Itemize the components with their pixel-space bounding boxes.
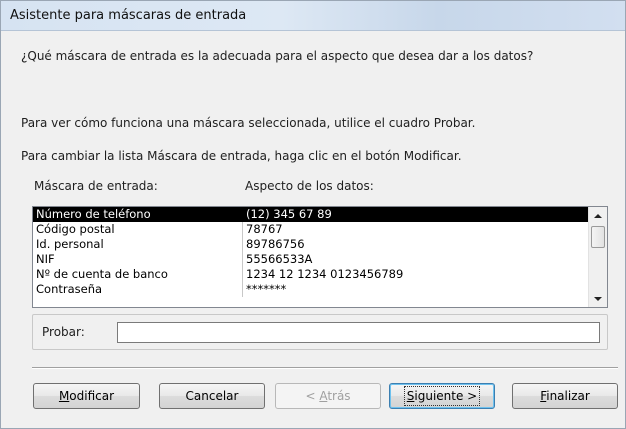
button-divider [32,367,618,369]
column-header-aspect: Aspecto de los datos: [245,179,374,193]
cancel-button[interactable]: Cancelar [159,383,265,409]
mask-name: Id. personal [36,237,104,251]
mask-aspect: ******* [246,282,287,296]
arrow-down-icon [594,296,602,301]
column-separator [242,282,243,297]
title-bar[interactable]: Asistente para máscaras de entrada [1,1,625,31]
mask-name: Número de teléfono [36,207,151,221]
scroll-up-button[interactable] [589,207,607,224]
mask-name: Nº de cuenta de banco [36,267,168,281]
mask-list-row[interactable]: NIF 55566533A [33,252,588,267]
back-label-rest: trás [327,389,351,403]
column-separator [242,237,243,252]
finish-label-rest: inalizar [546,389,590,403]
list-rows: Número de teléfono (12) 345 67 89 Código p… [33,207,588,297]
column-separator [242,207,243,222]
input-mask-wizard-dialog: Asistente para máscaras de entrada ¿Qué … [0,0,626,429]
next-label-rest: iguiente > [414,389,478,403]
list-scrollbar[interactable] [588,207,607,307]
next-button[interactable]: Siguiente > [389,383,495,409]
modify-mnemonic: M [58,389,70,403]
modify-button[interactable]: Modificar [33,383,140,409]
scroll-down-button[interactable] [589,290,607,307]
arrow-up-icon [594,213,602,218]
mask-aspect: 1234 12 1234 0123456789 [246,267,404,281]
mask-name: Contraseña [36,282,103,296]
mask-aspect: 55566533A [246,252,313,266]
test-input[interactable] [117,322,600,343]
mask-list-row[interactable]: Nº de cuenta de banco 1234 12 1234 012345… [33,267,588,282]
instruction-test-text: Para ver cómo funciona una máscara selec… [21,116,476,130]
finish-button[interactable]: Finalizar [512,383,618,409]
mask-name: NIF [36,252,55,266]
back-button[interactable]: < Atrás [275,383,381,409]
question-text: ¿Qué máscara de entrada es la adecuada p… [21,49,534,63]
mask-name: Código postal [36,222,115,236]
scroll-thumb[interactable] [591,226,605,248]
column-header-mask: Máscara de entrada: [34,179,158,193]
window-title: Asistente para máscaras de entrada [10,8,247,23]
test-group: Probar: [32,314,608,350]
mask-list-row[interactable]: Código postal 78767 [33,222,588,237]
mask-aspect: 78767 [246,222,283,236]
mask-list-row[interactable]: Id. personal 89786756 [33,237,588,252]
mask-list-row[interactable]: Contraseña ******* [33,282,588,297]
modify-label-rest: odificar [69,389,115,403]
column-separator [242,222,243,237]
instruction-modify-text: Para cambiar la lista Máscara de entrada… [21,149,462,163]
cancel-label: Cancelar [185,389,239,403]
column-separator [242,252,243,267]
mask-aspect: (12) 345 67 89 [246,207,332,221]
mask-aspect: 89786756 [246,237,305,251]
column-separator [242,267,243,282]
input-mask-list[interactable]: Número de teléfono (12) 345 67 89 Código p… [32,206,608,308]
back-prefix: < [305,389,320,403]
test-label: Probar: [42,325,85,339]
mask-list-row[interactable]: Número de teléfono (12) 345 67 89 [33,207,588,222]
